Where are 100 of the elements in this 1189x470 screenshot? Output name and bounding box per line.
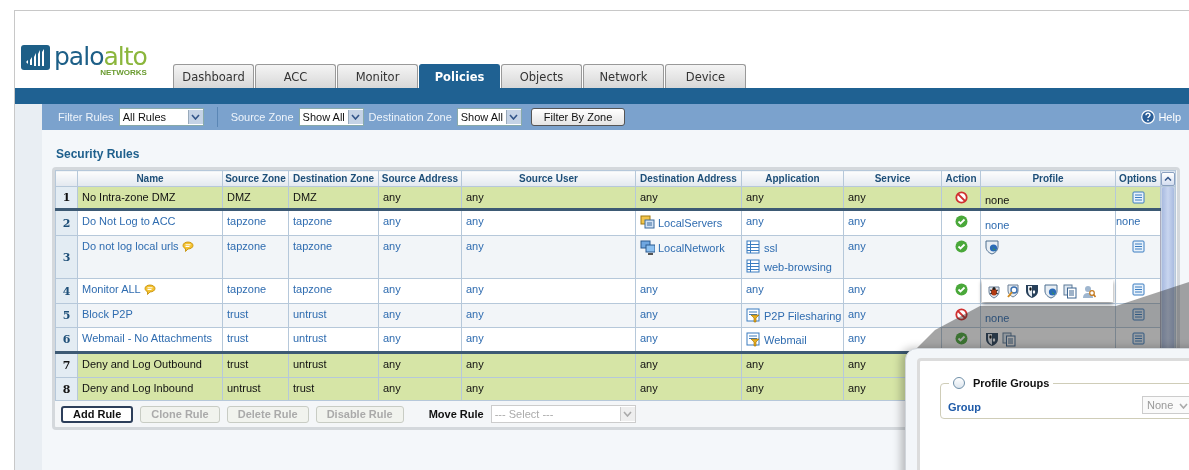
filter-label: Destination Zone [368, 111, 452, 123]
document-icon[interactable] [1131, 332, 1145, 345]
dropdown[interactable]: Show All [298, 108, 364, 126]
column-header[interactable]: Source Address [378, 170, 462, 187]
cell-text: any [640, 332, 658, 344]
rule-name[interactable]: Monitor ALL [82, 283, 141, 295]
document-icon[interactable] [1131, 283, 1145, 296]
filter-button[interactable]: Filter By Zone [530, 108, 626, 126]
column-header[interactable]: Application [741, 170, 844, 187]
nav-tab[interactable]: ACC [255, 64, 336, 88]
nav-tab[interactable]: Policies [419, 64, 500, 88]
user-search-icon[interactable] [1082, 283, 1096, 299]
documents-icon[interactable] [1063, 283, 1077, 299]
row-number: 4 [55, 278, 78, 304]
cell-text: any [640, 308, 658, 320]
cell-text: none [985, 219, 1010, 231]
magnifier-icon[interactable] [1006, 283, 1020, 299]
table-cell: any [461, 278, 636, 304]
dropdown[interactable]: Show All [456, 108, 522, 126]
filter-icon [746, 332, 761, 347]
group-title: Profile Groups [973, 377, 1050, 389]
caret-icon [351, 114, 361, 120]
rule-name[interactable]: Do not log local urls [82, 240, 179, 252]
object-link[interactable]: LocalNetwork [658, 241, 725, 254]
bug-icon[interactable] [987, 283, 1001, 299]
table-cell: any [843, 303, 942, 328]
cell-text: any [640, 191, 658, 203]
table-cell: any [843, 278, 942, 304]
nav-tab[interactable]: Device [665, 64, 746, 88]
caret-up-icon [1164, 176, 1172, 181]
column-header[interactable]: Name [77, 170, 223, 187]
help-icon [1141, 110, 1156, 124]
rule-name[interactable]: Block P2P [82, 308, 133, 320]
shield-icon[interactable] [985, 332, 999, 347]
cell-text: any [746, 191, 764, 203]
column-header[interactable]: Source User [461, 170, 636, 187]
cell-text: any [746, 358, 764, 370]
cell-text: any [640, 358, 658, 370]
list-icon [746, 259, 761, 274]
filter-label: Source Zone [230, 111, 294, 123]
dropdown[interactable]: All Rules [118, 108, 204, 126]
cell-text: any [640, 283, 658, 295]
radio-button[interactable] [953, 377, 965, 389]
table-cell: any [378, 303, 462, 328]
logo-subtitle: NETWORKS [100, 68, 147, 77]
document-icon[interactable] [1131, 308, 1145, 321]
table-cell: any [843, 235, 942, 279]
table-cell: tapzone [222, 278, 289, 304]
column-header[interactable]: Service [843, 170, 942, 187]
document-icon[interactable] [1131, 240, 1145, 253]
cell-text: none [985, 311, 1010, 324]
table-cell: any [461, 235, 636, 279]
column-header[interactable]: Destination Zone [288, 170, 379, 187]
caret-icon [623, 411, 633, 417]
list-icon [746, 240, 761, 255]
table-cell: untrust [288, 303, 379, 328]
filter-label: Filter Rules [58, 111, 114, 123]
rule-button[interactable]: Add Rule [61, 405, 134, 423]
column-header[interactable]: Action [941, 170, 981, 187]
servers-icon [640, 215, 655, 230]
speech-bubble-icon[interactable] [181, 240, 194, 252]
computers-icon [640, 240, 655, 255]
speech-bubble-icon[interactable] [143, 283, 156, 295]
caret-icon [191, 114, 201, 120]
nav-tab[interactable]: Network [583, 64, 664, 88]
cell-text: any [746, 382, 764, 394]
column-header[interactable]: Destination Address [635, 170, 742, 187]
row-number: 5 [55, 303, 78, 328]
documents-icon[interactable] [1002, 332, 1016, 347]
scroll-up-button[interactable] [1161, 171, 1175, 186]
table-cell: tapzone [288, 235, 379, 279]
row-number: 3 [55, 235, 78, 279]
nav-tab[interactable]: Objects [501, 64, 582, 88]
table-cell: untrust [222, 377, 289, 401]
row-number: 2 [55, 209, 78, 236]
field-label: Group [948, 401, 981, 413]
object-link[interactable]: ssl [764, 241, 778, 254]
table-cell: any [461, 377, 636, 401]
shield-icon[interactable] [1025, 283, 1039, 299]
caret-icon [509, 114, 519, 120]
table-cell: tapzone [222, 235, 289, 279]
column-header[interactable]: Options [1115, 170, 1161, 187]
table-cell: tapzone [288, 278, 379, 304]
filter-icon [746, 308, 761, 323]
cell-text: none [1116, 215, 1141, 227]
column-header[interactable]: Source Zone [222, 170, 289, 187]
logo-wordmark: paloalto [54, 45, 147, 69]
document-icon[interactable] [1131, 191, 1145, 204]
globe-shield-icon[interactable] [1044, 283, 1058, 299]
object-link[interactable]: web-browsing [764, 260, 832, 273]
cell-text: none [985, 193, 1010, 206]
table-cell: any [378, 278, 462, 304]
table-cell: any [461, 303, 636, 328]
nav-tab[interactable]: Monitor [337, 64, 418, 88]
table-cell: any [378, 235, 462, 279]
cell-text: any [746, 215, 764, 227]
nav-tab[interactable]: Dashboard [173, 64, 254, 88]
column-header[interactable]: Profile [980, 170, 1116, 187]
row-number: 8 [55, 377, 78, 401]
globe-shield-icon[interactable] [985, 240, 999, 255]
